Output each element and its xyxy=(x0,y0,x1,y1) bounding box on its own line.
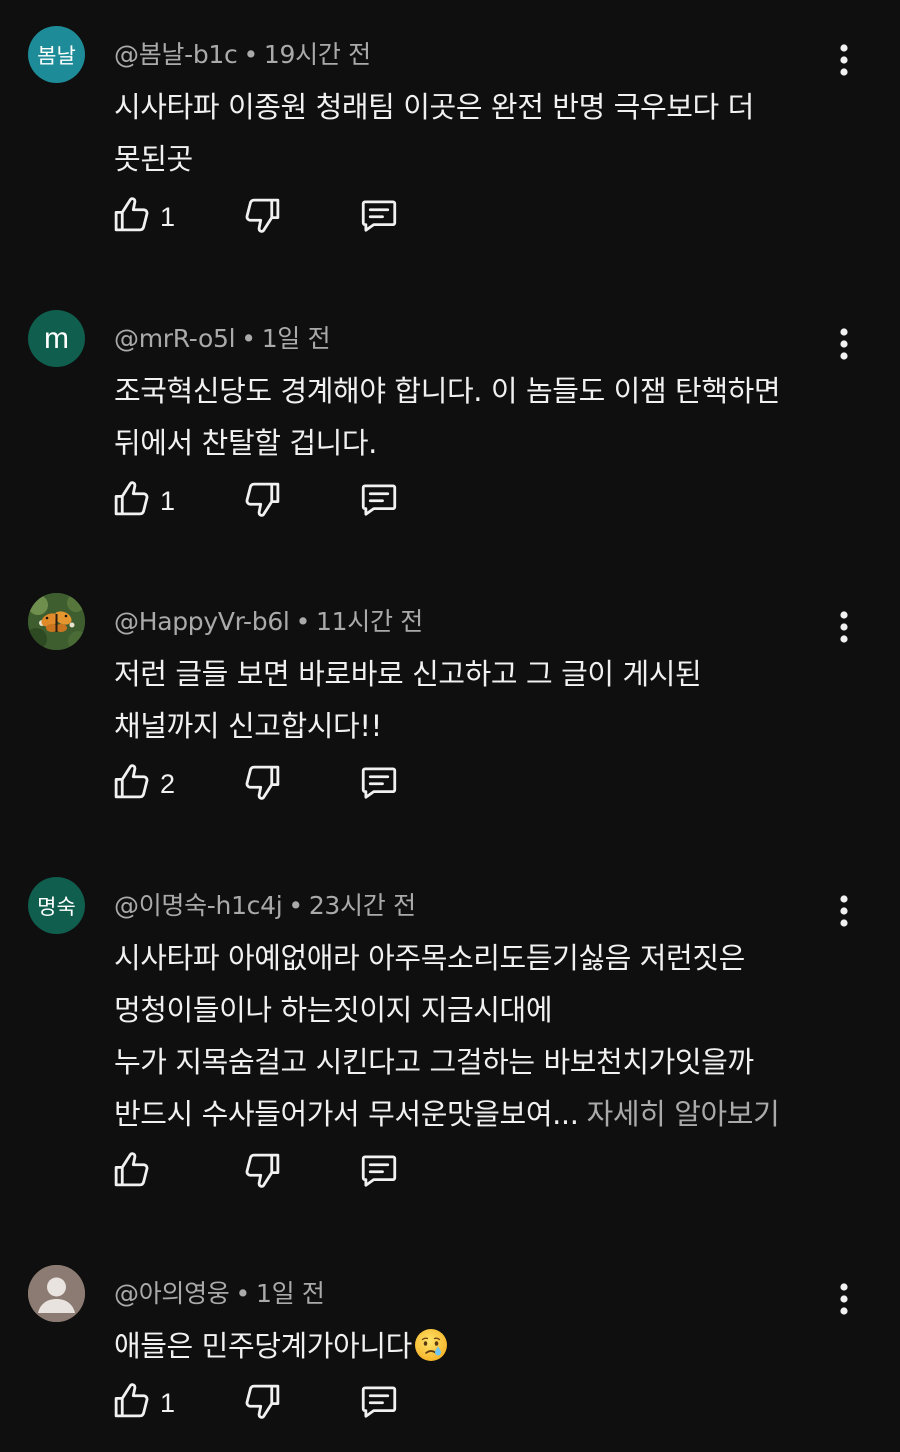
thumbs-up-icon xyxy=(110,478,152,524)
reply-comment-icon xyxy=(358,1149,400,1195)
thumbs-down-icon xyxy=(242,1149,284,1195)
comment-actions: 2 xyxy=(110,759,430,809)
like-button[interactable] xyxy=(110,1147,160,1197)
like-button[interactable]: 1 xyxy=(110,192,175,242)
reply-button[interactable] xyxy=(358,1147,400,1197)
avatar[interactable] xyxy=(28,1265,85,1322)
comment-line: 반드시 수사들어가서 무서운맛을보여... 자세히 알아보기 xyxy=(114,1088,854,1140)
thumbs-down-icon xyxy=(242,761,284,807)
reply-button[interactable] xyxy=(358,192,400,242)
author-handle[interactable]: @HappyVr-b6l xyxy=(114,607,290,636)
more-vert-icon[interactable] xyxy=(826,38,862,82)
avatar[interactable]: 명숙 xyxy=(28,877,85,934)
meta-separator: • xyxy=(243,40,258,69)
comment-line: 시사타파 아예없애라 아주목소리도듣기싫음 저런짓은 xyxy=(114,941,745,975)
meta-separator: • xyxy=(288,891,303,920)
thumbs-down-icon xyxy=(242,1380,284,1426)
read-more-link[interactable]: 자세히 알아보기 xyxy=(587,1097,780,1131)
thumbs-up-icon xyxy=(110,1380,152,1426)
comment-line: 누가 지목숨걸고 시킨다고 그걸하는 바보천치가잇을까 xyxy=(114,1045,754,1079)
comment-meta: @이명숙-h1c4j • 23시간 전 xyxy=(114,886,416,922)
like-count: 1 xyxy=(160,201,176,232)
comment-actions: 1 xyxy=(110,1378,430,1428)
meta-separator: • xyxy=(241,324,256,353)
default-person-avatar xyxy=(28,1265,85,1322)
thumbs-down-icon xyxy=(242,194,284,240)
comment-line: 조국혁신당도 경계해야 합니다. 이 놈들도 이잼 탄핵하면 xyxy=(114,374,781,408)
reply-button[interactable] xyxy=(358,759,400,809)
avatar[interactable]: 봄날 xyxy=(28,26,85,83)
comment-line: 못된곳 xyxy=(114,142,193,176)
avatar-initials: m xyxy=(44,321,69,355)
more-vert-icon[interactable] xyxy=(826,322,862,366)
reply-button[interactable] xyxy=(358,1378,400,1428)
thumbs-down-icon xyxy=(242,478,284,524)
author-handle[interactable]: @mrR-o5l xyxy=(114,324,236,353)
author-handle[interactable]: @아의영웅 xyxy=(114,1279,230,1308)
avatar[interactable] xyxy=(28,593,85,650)
comment-text: 시사타파 아예없애라 아주목소리도듣기싫음 저런짓은 멍청이들이나 하는짓이지 … xyxy=(114,932,854,1140)
thumbs-up-icon xyxy=(110,1149,152,1195)
dislike-button[interactable] xyxy=(242,192,284,242)
comment-line: 멍청이들이나 하는짓이지 지금시대에 xyxy=(114,993,553,1027)
meta-separator: • xyxy=(235,1279,251,1308)
dislike-button[interactable] xyxy=(242,759,284,809)
reply-comment-icon xyxy=(358,1380,400,1426)
like-count: 1 xyxy=(160,485,176,516)
comment-line: 저런 글들 보면 바로바로 신고하고 그 글이 게시된 xyxy=(114,657,702,691)
author-handle[interactable]: @봄날-b1c xyxy=(114,40,238,69)
dislike-button[interactable] xyxy=(242,1147,284,1197)
reply-comment-icon xyxy=(358,194,400,240)
like-button[interactable]: 2 xyxy=(110,759,175,809)
dislike-button[interactable] xyxy=(242,1378,284,1428)
comment-line: 시사타파 이종원 청래팀 이곳은 완전 반명 극우보다 더 xyxy=(114,90,754,124)
like-button[interactable]: 1 xyxy=(110,1378,175,1428)
thumbs-up-icon xyxy=(110,194,152,240)
reply-comment-icon xyxy=(358,478,400,524)
comment-time[interactable]: 23시간 전 xyxy=(309,891,416,920)
comment-time[interactable]: 1일 전 xyxy=(256,1279,325,1308)
crying-face-emoji xyxy=(414,1326,448,1361)
more-vert-icon[interactable] xyxy=(826,889,862,933)
comment-time[interactable]: 19시간 전 xyxy=(264,40,371,69)
comment-meta: @mrR-o5l • 1일 전 xyxy=(114,319,331,355)
comment-line-text: 애들은 민주당계가아니다 xyxy=(114,1329,412,1363)
author-handle[interactable]: @이명숙-h1c4j xyxy=(114,891,283,920)
like-count: 2 xyxy=(160,768,176,799)
more-vert-icon[interactable] xyxy=(826,605,862,649)
thumbs-up-icon xyxy=(110,761,152,807)
reply-comment-icon xyxy=(358,761,400,807)
butterfly-photo-avatar xyxy=(28,593,85,650)
comment-text: 저런 글들 보면 바로바로 신고하고 그 글이 게시된 채널까지 신고합시다!! xyxy=(114,648,854,752)
meta-separator: • xyxy=(295,607,311,636)
dislike-button[interactable] xyxy=(242,476,284,526)
comment-actions: 1 xyxy=(110,192,430,242)
comment-meta: @봄날-b1c • 19시간 전 xyxy=(114,35,371,71)
comment-actions: 1 xyxy=(110,476,430,526)
comment-meta: @HappyVr-b6l • 11시간 전 xyxy=(114,602,423,638)
reply-button[interactable] xyxy=(358,476,400,526)
like-button[interactable]: 1 xyxy=(110,476,175,526)
like-count: 1 xyxy=(160,1387,176,1418)
comment-line: 애들은 민주당계가아니다 xyxy=(114,1320,854,1372)
comment-text: 시사타파 이종원 청래팀 이곳은 완전 반명 극우보다 더 못된곳 xyxy=(114,81,854,185)
comment-text: 애들은 민주당계가아니다 xyxy=(114,1320,854,1372)
comment-time[interactable]: 11시간 전 xyxy=(316,607,423,636)
comment-meta: @아의영웅 • 1일 전 xyxy=(114,1274,325,1310)
comment-actions xyxy=(110,1147,430,1197)
comment-line: 채널까지 신고합시다!! xyxy=(114,709,382,743)
avatar-initials: 봄날 xyxy=(37,43,76,68)
comment-time[interactable]: 1일 전 xyxy=(262,324,331,353)
avatar[interactable]: m xyxy=(28,310,85,367)
comment-line: 뒤에서 찬탈할 겁니다. xyxy=(114,426,377,460)
comment-text: 조국혁신당도 경계해야 합니다. 이 놈들도 이잼 탄핵하면 뒤에서 찬탈할 겁… xyxy=(114,365,854,469)
avatar-initials: 명숙 xyxy=(37,894,76,919)
comment-line-truncated: 반드시 수사들어가서 무서운맛을보여... xyxy=(114,1097,579,1131)
more-vert-icon[interactable] xyxy=(826,1277,862,1321)
